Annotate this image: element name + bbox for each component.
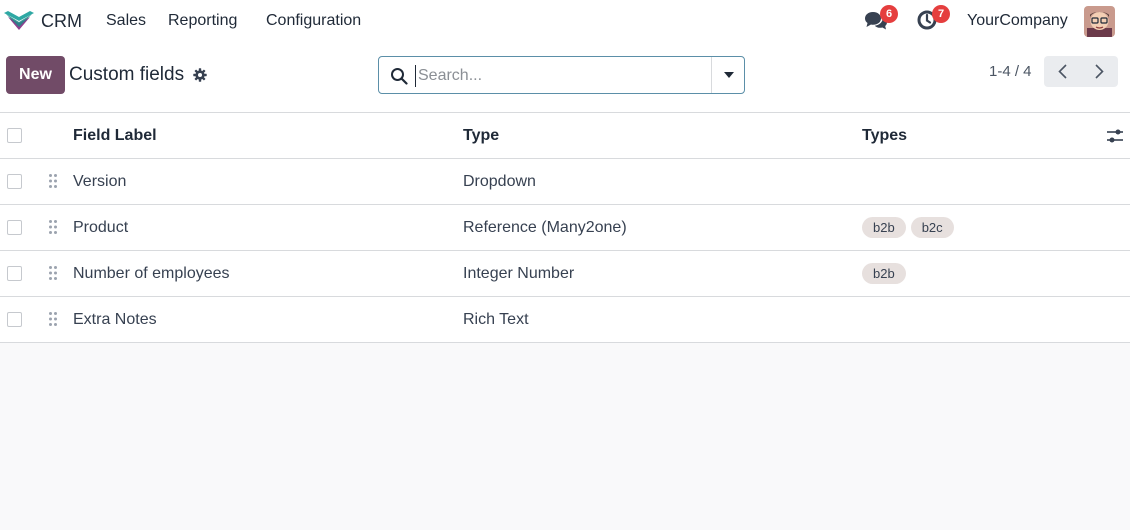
- user-avatar-image: [1084, 6, 1115, 37]
- tag-badge: b2c: [910, 217, 954, 238]
- optional-columns-icon[interactable]: [1106, 128, 1124, 144]
- pager-next-button[interactable]: [1081, 56, 1118, 87]
- column-header-types[interactable]: Types: [862, 127, 907, 145]
- search-options-toggle[interactable]: [712, 57, 745, 93]
- types-cell: b2b: [862, 263, 906, 284]
- field-label-cell: Product: [73, 219, 129, 236]
- row-checkbox[interactable]: [7, 266, 22, 281]
- field-label-cell: Number of employees: [73, 265, 230, 282]
- table-row[interactable]: Product Reference (Many2one) b2b b2c: [0, 205, 1130, 251]
- caret-down-icon: [723, 72, 734, 78]
- type-cell: Reference (Many2one): [463, 219, 627, 236]
- row-checkbox[interactable]: [7, 174, 22, 189]
- tag-badge: b2b: [862, 263, 906, 284]
- types-cell: b2b b2c: [862, 217, 954, 238]
- drag-handle-icon[interactable]: [48, 265, 58, 281]
- gear-icon[interactable]: [193, 68, 207, 82]
- drag-handle-icon[interactable]: [48, 173, 58, 189]
- menu-sales[interactable]: Sales: [106, 12, 146, 30]
- crm-app-icon[interactable]: [4, 9, 34, 31]
- menu-configuration[interactable]: Configuration: [266, 12, 361, 30]
- drag-handle-icon[interactable]: [48, 219, 58, 235]
- column-header-type[interactable]: Type: [463, 127, 499, 145]
- pager-previous-button[interactable]: [1044, 56, 1081, 87]
- type-cell: Rich Text: [463, 311, 529, 328]
- pager-value[interactable]: 1-4 / 4: [989, 63, 1032, 80]
- column-header-field-label[interactable]: Field Label: [73, 127, 157, 145]
- field-label-cell: Version: [73, 173, 127, 190]
- user-avatar[interactable]: [1084, 6, 1115, 37]
- drag-handle-icon[interactable]: [48, 311, 58, 327]
- field-label-cell: Extra Notes: [73, 311, 157, 328]
- new-button[interactable]: New: [6, 56, 65, 94]
- control-panel: New Custom fields 1-4 / 4: [0, 43, 1130, 113]
- chevron-left-icon: [1058, 64, 1067, 79]
- chevron-right-icon: [1095, 64, 1104, 79]
- table-header: Field Label Type Types: [0, 113, 1130, 159]
- table-row[interactable]: Extra Notes Rich Text: [0, 297, 1130, 343]
- table-row[interactable]: Version Dropdown: [0, 159, 1130, 205]
- type-cell: Dropdown: [463, 173, 536, 190]
- search-bar: [378, 56, 745, 94]
- page-title[interactable]: Custom fields: [69, 64, 184, 86]
- top-navbar: CRM Sales Reporting Configuration 6 7 Yo…: [0, 0, 1130, 43]
- search-input[interactable]: [415, 65, 705, 87]
- messages-button[interactable]: 6: [864, 5, 898, 33]
- search-icon: [391, 68, 408, 85]
- row-checkbox[interactable]: [7, 220, 22, 235]
- company-switcher[interactable]: YourCompany: [967, 12, 1068, 30]
- menu-reporting[interactable]: Reporting: [168, 12, 237, 30]
- select-all-checkbox[interactable]: [7, 128, 22, 143]
- type-cell: Integer Number: [463, 265, 575, 282]
- row-checkbox[interactable]: [7, 312, 22, 327]
- tag-badge: b2b: [862, 217, 906, 238]
- fields-list-table: Field Label Type Types Version Dropdown …: [0, 113, 1130, 343]
- activities-button[interactable]: 7: [916, 5, 950, 33]
- messages-badge: 6: [880, 5, 898, 23]
- activities-badge: 7: [932, 5, 950, 23]
- table-row[interactable]: Number of employees Integer Number b2b: [0, 251, 1130, 297]
- app-name[interactable]: CRM: [41, 11, 82, 32]
